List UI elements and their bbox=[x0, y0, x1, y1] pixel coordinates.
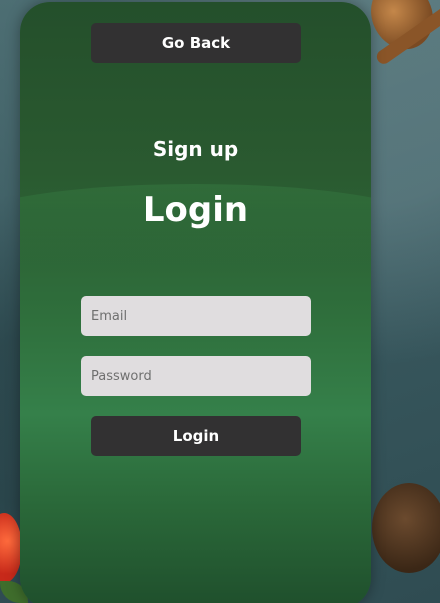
login-card: Go Back Sign up Login Login bbox=[20, 2, 371, 603]
sign-up-link[interactable]: Sign up bbox=[20, 137, 371, 161]
go-back-button[interactable]: Go Back bbox=[91, 23, 301, 63]
login-button[interactable]: Login bbox=[91, 416, 301, 456]
page-title: Login bbox=[142, 190, 249, 230]
email-field[interactable] bbox=[81, 296, 311, 336]
password-field[interactable] bbox=[81, 356, 311, 396]
tomato-image bbox=[0, 513, 22, 583]
spice-spoon-image bbox=[372, 483, 440, 573]
